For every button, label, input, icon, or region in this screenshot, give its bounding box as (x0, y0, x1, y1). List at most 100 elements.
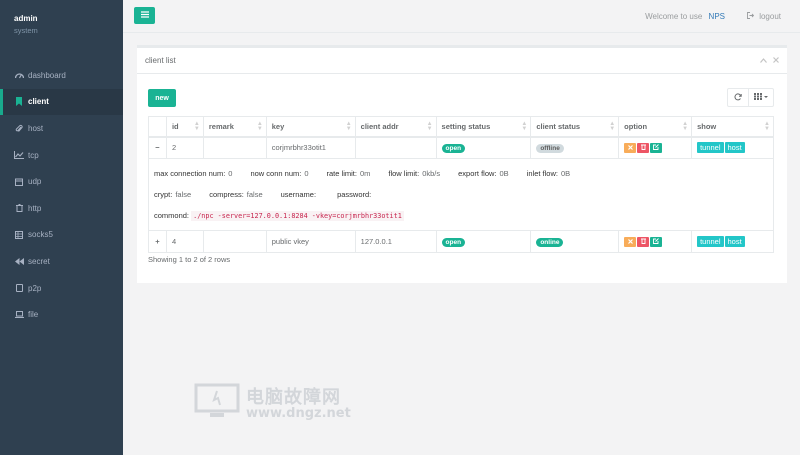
chevron-up-icon[interactable] (760, 56, 767, 65)
refresh-button[interactable] (727, 88, 749, 107)
stop-button[interactable] (624, 142, 637, 153)
cell-key: public vkey (265, 230, 356, 253)
edit-icon (653, 143, 659, 152)
column-label: remark (208, 121, 234, 131)
trash-icon (14, 204, 24, 213)
cell-remark (202, 230, 267, 253)
refresh-icon (734, 92, 742, 103)
sidebar-item-tcp[interactable]: tcp (0, 142, 123, 169)
host-button[interactable]: host (724, 236, 745, 247)
menu-toggle-button[interactable] (134, 7, 155, 24)
detail-key: username: (280, 190, 317, 199)
sidebar-item-label: client (28, 97, 49, 107)
cell-remark (202, 136, 267, 159)
top-navbar: Welcome to use NPS logout (123, 0, 800, 33)
tunnel-button[interactable]: tunnel (697, 236, 724, 247)
detail-key: max connection num: (154, 169, 226, 178)
sidebar-item-p2p[interactable]: p2p (0, 275, 123, 302)
sidebar-item-label: http (28, 203, 42, 213)
brand-link[interactable]: NPS (709, 12, 725, 21)
welcome-text: Welcome to use (645, 12, 703, 21)
detail-key: crypt: (154, 190, 173, 199)
column-header-setting-status[interactable]: setting status ▲ ▼ (435, 116, 532, 138)
sidebar-item-socks5[interactable]: socks5 (0, 222, 123, 249)
profile-username[interactable]: admin (14, 14, 123, 23)
host-button[interactable]: host (724, 142, 745, 154)
column-header-option[interactable]: option ▲ ▼ (618, 116, 693, 138)
panel-tools (760, 56, 779, 65)
sidebar: admin system dashboard client host tcp u… (0, 0, 123, 455)
detail-value: 0B (499, 169, 509, 178)
column-label: show (697, 121, 717, 131)
sidebar-item-label: host (28, 123, 44, 133)
column-header-client-addr[interactable]: client addr ▲ ▼ (354, 116, 437, 138)
stop-button[interactable] (624, 236, 637, 247)
logout-link[interactable]: logout (747, 12, 781, 21)
detail-value: 0 (304, 169, 309, 178)
edit-button[interactable] (650, 142, 663, 153)
sidebar-item-http[interactable]: http (0, 195, 123, 222)
columns-grid-icon (754, 93, 768, 102)
table-toolbar (727, 88, 774, 107)
sidebar-item-secret[interactable]: secret (0, 248, 123, 275)
column-header-remark[interactable]: remark ▲ ▼ (202, 116, 267, 138)
new-client-button[interactable]: new (148, 89, 176, 107)
sidebar-item-label: file (28, 310, 39, 320)
collapse-row-icon[interactable]: − (148, 136, 167, 159)
column-header-id[interactable]: id ▲ ▼ (165, 116, 204, 138)
paperclip-icon (14, 124, 24, 133)
cell-client-status: offline (530, 136, 620, 159)
panel-title: client list (145, 56, 176, 65)
sidebar-item-file[interactable]: file (0, 301, 123, 328)
watermark: 电脑故障网 www.dngz.net (194, 383, 351, 421)
expand-row-icon[interactable]: + (148, 230, 167, 253)
close-icon[interactable] (773, 56, 779, 65)
edit-icon (653, 237, 659, 246)
client-list-panel: client list new id ▲ ▼ remark ▲ ▼ key ▲ … (137, 45, 787, 283)
sidebar-item-label: dashboard (28, 70, 66, 80)
table-header-row: id ▲ ▼ remark ▲ ▼ key ▲ ▼ client addr ▲ ▼ settin… (148, 116, 774, 138)
detail-value: false (246, 190, 263, 199)
columns-toggle-button[interactable] (749, 88, 774, 107)
sort-icon: ▲ ▼ (193, 121, 200, 132)
detail-value: false (175, 190, 192, 199)
dashboard-icon (14, 71, 24, 79)
sidebar-item-label: tcp (28, 150, 39, 160)
sidebar-item-client[interactable]: client (0, 88, 123, 116)
profile: admin system (0, 0, 123, 62)
detail-line-command: commond: ./npc -server=127.0.0.1:8284 -v… (154, 205, 768, 226)
times-icon (627, 237, 633, 246)
sort-icon: ▲ ▼ (764, 121, 770, 132)
trash-icon (640, 237, 646, 246)
sidebar-item-dashboard[interactable]: dashboard (0, 62, 123, 89)
cell-client-status: online (530, 230, 620, 253)
delete-button[interactable] (637, 236, 650, 247)
column-header-show[interactable]: show ▲ ▼ (691, 116, 774, 138)
edit-button[interactable] (650, 236, 663, 247)
table-row: + 4 public vkey 127.0.0.1 open online tu (148, 230, 774, 253)
column-header-key[interactable]: key ▲ ▼ (265, 116, 356, 138)
grid-icon (14, 230, 24, 239)
detail-value: 0 (228, 169, 233, 178)
sort-icon: ▲ ▼ (521, 121, 528, 132)
backward-icon (14, 257, 24, 265)
status-badge: offline (536, 143, 564, 153)
watermark-text: 电脑故障网 www.dngz.net (246, 383, 351, 421)
cell-setting-status: open (435, 230, 532, 253)
sort-icon: ▲ ▼ (609, 121, 616, 132)
npc-command[interactable]: ./npc -server=127.0.0.1:8284 -vkey=corjm… (191, 211, 404, 221)
column-header-client-status[interactable]: client status ▲ ▼ (530, 116, 620, 138)
delete-button[interactable] (637, 142, 650, 153)
sidebar-item-host[interactable]: host (0, 115, 123, 142)
trash-icon (640, 143, 646, 152)
sidebar-item-label: udp (28, 177, 42, 187)
laptop-icon (14, 311, 24, 319)
column-label: key (271, 121, 285, 131)
cell-show: tunnel host (691, 136, 774, 159)
sort-icon: ▲ ▼ (682, 121, 689, 132)
sidebar-item-label: socks5 (28, 230, 53, 240)
tunnel-button[interactable]: tunnel (697, 142, 724, 154)
status-badge: online (536, 237, 564, 247)
sort-icon: ▲ ▼ (345, 121, 352, 132)
sidebar-item-udp[interactable]: udp (0, 168, 123, 195)
